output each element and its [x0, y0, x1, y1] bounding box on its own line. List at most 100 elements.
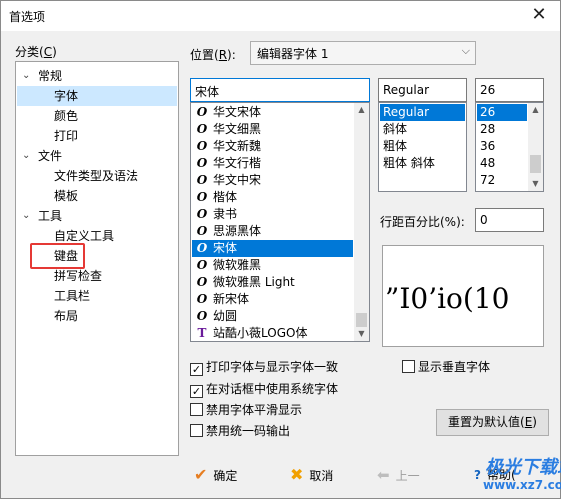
font-list-item[interactable]: O 微软雅黑 Light: [192, 274, 353, 291]
chevron-down-icon[interactable]: ⌄: [22, 66, 34, 86]
font-list-item[interactable]: O 新宋体: [192, 291, 353, 308]
font-list-scrollbar[interactable]: ▲ ▼: [354, 103, 369, 341]
font-list-item[interactable]: O 华文细黑: [192, 121, 353, 138]
tree-item[interactable]: 字体: [17, 86, 177, 106]
font-style-item[interactable]: 斜体: [380, 121, 465, 138]
font-size-item[interactable]: 48: [477, 155, 527, 172]
font-list-item[interactable]: O 宋体: [192, 240, 353, 257]
opentype-font-icon: O: [196, 224, 208, 238]
font-size-value: 26: [480, 83, 496, 97]
checkbox-box: [402, 360, 415, 373]
watermark-url: www.xz7.com: [483, 478, 561, 492]
category-label: 分类(C): [15, 45, 57, 59]
font-name: 华文宋体: [213, 105, 262, 119]
scroll-down-icon[interactable]: ▼: [528, 179, 543, 188]
tree-item[interactable]: 布局: [17, 306, 177, 326]
scroll-down-icon[interactable]: ▼: [354, 329, 369, 338]
option-checkbox[interactable]: 禁用字体平滑显示: [190, 401, 302, 418]
ok-button[interactable]: ✔ 确定: [194, 464, 237, 486]
font-style-list[interactable]: Regular 斜体 粗体 粗体 斜体: [378, 102, 467, 192]
tree-item[interactable]: 工具栏: [17, 286, 177, 306]
opentype-font-icon: O: [196, 258, 208, 272]
opentype-font-icon: O: [196, 241, 208, 255]
option-label: 打印字体与显示字体一致: [206, 360, 339, 374]
size-list-scrollbar[interactable]: ▲ ▼: [528, 103, 543, 191]
font-size-item[interactable]: 72: [477, 172, 527, 189]
checkbox-box: [190, 424, 203, 437]
reset-defaults-button[interactable]: 重置为默认值(E): [436, 409, 549, 436]
scroll-thumb[interactable]: [530, 155, 541, 173]
font-name: 华文细黑: [213, 122, 262, 136]
font-list-item[interactable]: O 华文行楷: [192, 155, 353, 172]
font-list-item[interactable]: O 思源黑体: [192, 223, 353, 240]
tree-item[interactable]: 文件类型及语法: [17, 166, 177, 186]
font-list-item[interactable]: T 站酷小薇LOGO体: [192, 325, 353, 341]
tree-item[interactable]: 拼写检查: [17, 266, 177, 286]
line-spacing-input[interactable]: 0: [475, 208, 544, 232]
scroll-up-icon[interactable]: ▲: [354, 105, 369, 114]
tree-item-label: 模板: [54, 189, 79, 203]
opentype-font-icon: O: [196, 105, 208, 119]
font-list-item[interactable]: O 华文中宋: [192, 172, 353, 189]
vertical-font-checkbox[interactable]: 显示垂直字体: [402, 358, 490, 375]
tree-item-label: 文件类型及语法: [54, 169, 139, 183]
prev-button[interactable]: ⬅ 上一: [377, 464, 420, 486]
truetype-font-icon: T: [197, 326, 207, 340]
font-size-item[interactable]: 26: [477, 104, 527, 121]
tree-item-label: 字体: [54, 89, 79, 103]
tree-item-label: 颜色: [54, 109, 79, 123]
font-size-item[interactable]: 28: [477, 121, 527, 138]
font-name: 华文行楷: [213, 156, 262, 170]
tree-item-label: 拼写检查: [54, 269, 103, 283]
scroll-up-icon[interactable]: ▲: [528, 105, 543, 114]
tree-item-label: 布局: [54, 309, 79, 323]
option-checkbox[interactable]: ✓ 打印字体与显示字体一致: [190, 358, 338, 376]
option-label: 禁用字体平滑显示: [206, 403, 303, 417]
font-style-item[interactable]: 粗体: [380, 138, 465, 155]
font-name-value: 宋体: [195, 85, 220, 99]
scroll-thumb[interactable]: [356, 313, 367, 327]
font-style-item[interactable]: 粗体 斜体: [380, 155, 465, 172]
font-name: 站酷小薇LOGO体: [213, 326, 308, 340]
close-icon[interactable]: ✕: [528, 4, 550, 25]
font-list[interactable]: T 站酷小薇LOGO体 O 幼圆 O 新宋体 O 微软雅黑 Light O 微软雅黑 O 宋体 O 思源黑…: [190, 102, 370, 342]
font-name: 新宋体: [213, 292, 250, 306]
option-label: 在对话框中使用系统字体: [206, 382, 339, 396]
position-dropdown[interactable]: 编辑器字体 1 ⌵: [250, 41, 476, 65]
chevron-down-icon[interactable]: ⌄: [22, 206, 34, 226]
check-icon: ✔: [194, 465, 208, 484]
opentype-font-icon: O: [196, 139, 208, 153]
font-style-item[interactable]: Regular: [380, 104, 465, 121]
font-name: 华文新魏: [213, 139, 262, 153]
font-list-item[interactable]: O 微软雅黑: [192, 257, 353, 274]
tree-item[interactable]: 模板: [17, 186, 177, 206]
font-name: 隶书: [213, 207, 238, 221]
title-bar: 首选项 ✕: [1, 1, 560, 31]
font-style-input[interactable]: Regular: [378, 78, 467, 102]
font-name-input[interactable]: 宋体: [190, 78, 370, 102]
tree-item[interactable]: ⌄ 文件: [22, 146, 168, 166]
position-label: 位置(R):: [190, 48, 236, 62]
option-checkbox[interactable]: 禁用统一码输出: [190, 422, 290, 439]
tree-item-label: 工具栏: [54, 289, 91, 303]
chevron-down-icon[interactable]: ⌄: [22, 146, 34, 166]
font-list-item[interactable]: O 幼圆: [192, 308, 353, 325]
tree-item[interactable]: 打印: [17, 126, 177, 146]
font-size-input[interactable]: 26: [475, 78, 544, 102]
font-size-item[interactable]: 36: [477, 138, 527, 155]
font-name: 华文中宋: [213, 173, 262, 187]
font-list-item[interactable]: O 华文新魏: [192, 138, 353, 155]
line-spacing-label: 行距百分比(%):: [380, 215, 465, 229]
font-list-item[interactable]: O 楷体: [192, 189, 353, 206]
opentype-font-icon: O: [196, 275, 208, 289]
cancel-button[interactable]: ✖ 取消: [290, 464, 333, 486]
font-list-item[interactable]: O 隶书: [192, 206, 353, 223]
tree-item[interactable]: ⌄ 工具: [22, 206, 168, 226]
tree-item[interactable]: 颜色: [17, 106, 177, 126]
opentype-font-icon: O: [196, 309, 208, 323]
font-size-list[interactable]: 72 48 36 28 26 ▲ ▼: [475, 102, 544, 192]
vertical-font-label: 显示垂直字体: [418, 360, 491, 374]
option-checkbox[interactable]: ✓ 在对话框中使用系统字体: [190, 380, 338, 398]
font-list-item[interactable]: O 华文宋体: [192, 104, 353, 121]
tree-item[interactable]: ⌄ 常规: [22, 66, 168, 86]
